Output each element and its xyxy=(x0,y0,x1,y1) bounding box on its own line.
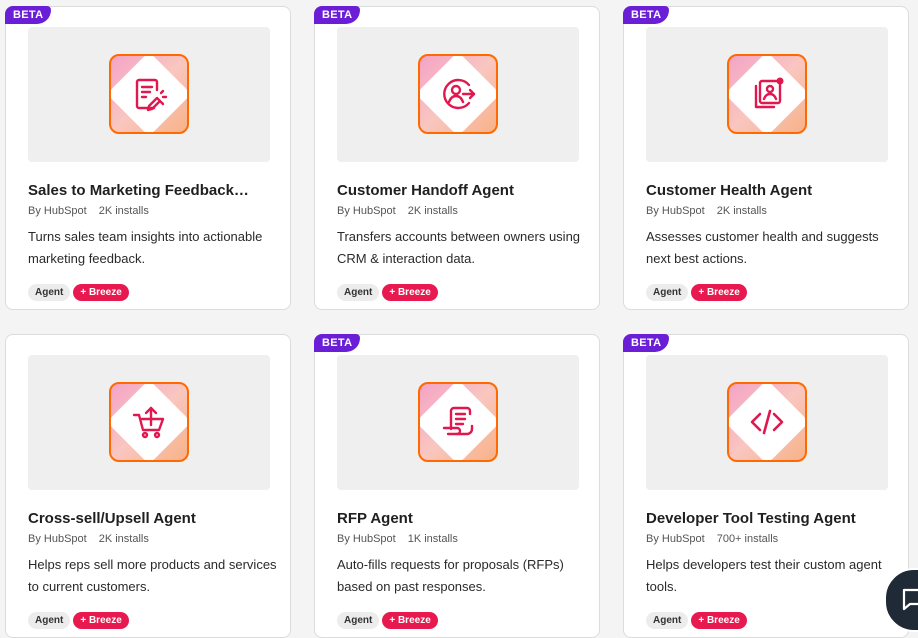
card-meta: By HubSpot 2K installs xyxy=(646,205,767,217)
agent-card-customer-health[interactable]: BETA Customer Health Agent By HubSpot 2K … xyxy=(623,6,909,310)
tag-agent: Agent xyxy=(28,612,71,629)
beta-badge: BETA xyxy=(314,334,361,352)
card-description: Transfers accounts between owners using … xyxy=(337,229,581,266)
tag-agent: Agent xyxy=(337,612,380,629)
card-title[interactable]: Developer Tool Testing Agent xyxy=(646,510,856,527)
feedback-icon xyxy=(109,54,189,134)
card-tags: Agent + Breeze xyxy=(28,284,129,301)
publisher: By HubSpot xyxy=(337,205,396,217)
install-count: 700+ installs xyxy=(716,533,779,545)
handoff-icon xyxy=(418,54,498,134)
card-title[interactable]: Customer Health Agent xyxy=(646,182,812,199)
card-description: Turns sales team insights into actionabl… xyxy=(28,229,263,266)
card-meta: By HubSpot 700+ installs xyxy=(646,533,778,545)
card-tags: Agent + Breeze xyxy=(337,612,438,629)
document-hand-icon xyxy=(418,382,498,462)
card-thumbnail xyxy=(337,27,579,162)
beta-badge: BETA xyxy=(623,6,670,24)
tag-breeze: + Breeze xyxy=(73,612,129,629)
agent-card-rfp[interactable]: BETA RFP Agent By HubSpot 1K installs Aut… xyxy=(314,334,600,638)
card-tags: Agent + Breeze xyxy=(646,284,747,301)
beta-badge: BETA xyxy=(623,334,670,352)
card-description: Auto-fills requests for proposals (RFPs)… xyxy=(337,557,564,594)
tag-breeze: + Breeze xyxy=(382,284,438,301)
publisher: By HubSpot xyxy=(646,205,705,217)
publisher: By HubSpot xyxy=(28,205,87,217)
card-tags: Agent + Breeze xyxy=(337,284,438,301)
tag-breeze: + Breeze xyxy=(691,284,747,301)
publisher: By HubSpot xyxy=(646,533,705,545)
card-title[interactable]: RFP Agent xyxy=(337,510,413,527)
tag-breeze: + Breeze xyxy=(691,612,747,629)
beta-badge: BETA xyxy=(5,6,52,24)
publisher: By HubSpot xyxy=(28,533,87,545)
beta-badge: BETA xyxy=(314,6,361,24)
install-count: 2K installs xyxy=(98,205,149,217)
chat-icon xyxy=(902,588,918,611)
tag-agent: Agent xyxy=(337,284,380,301)
tag-breeze: + Breeze xyxy=(382,612,438,629)
card-meta: By HubSpot 2K installs xyxy=(28,533,149,545)
cart-upload-icon xyxy=(109,382,189,462)
install-count: 2K installs xyxy=(407,205,458,217)
card-tags: Agent + Breeze xyxy=(646,612,747,629)
card-title[interactable]: Sales to Marketing Feedback… xyxy=(28,182,249,199)
agent-card-developer-tool-testing[interactable]: BETA Developer Tool Testing Agent By Hub… xyxy=(623,334,909,638)
card-meta: By HubSpot 1K installs xyxy=(337,533,458,545)
card-thumbnail xyxy=(646,355,888,490)
card-title[interactable]: Cross-sell/Upsell Agent xyxy=(28,510,196,527)
card-title[interactable]: Customer Handoff Agent xyxy=(337,182,514,199)
health-icon xyxy=(727,54,807,134)
install-count: 2K installs xyxy=(98,533,149,545)
card-meta: By HubSpot 2K installs xyxy=(337,205,458,217)
card-thumbnail xyxy=(28,355,270,490)
card-description: Assesses customer health and suggests ne… xyxy=(646,229,879,266)
install-count: 2K installs xyxy=(716,205,767,217)
agent-card-sales-marketing-feedback[interactable]: BETA Sales to Marketing Feedback… By Hub… xyxy=(5,6,291,310)
install-count: 1K installs xyxy=(407,533,458,545)
card-thumbnail xyxy=(337,355,579,490)
tag-agent: Agent xyxy=(646,284,689,301)
card-description: Helps developers test their custom agent… xyxy=(646,557,882,594)
publisher: By HubSpot xyxy=(337,533,396,545)
tag-agent: Agent xyxy=(28,284,71,301)
code-icon xyxy=(727,382,807,462)
agent-card-cross-sell-upsell[interactable]: Cross-sell/Upsell Agent By HubSpot 2K ins… xyxy=(5,334,291,638)
card-description: Helps reps sell more products and servic… xyxy=(28,557,277,594)
card-meta: By HubSpot 2K installs xyxy=(28,205,149,217)
agent-card-customer-handoff[interactable]: BETA Customer Handoff Agent By HubSpot 2K… xyxy=(314,6,600,310)
tag-breeze: + Breeze xyxy=(73,284,129,301)
card-thumbnail xyxy=(646,27,888,162)
card-tags: Agent + Breeze xyxy=(28,612,129,629)
card-thumbnail xyxy=(28,27,270,162)
tag-agent: Agent xyxy=(646,612,689,629)
